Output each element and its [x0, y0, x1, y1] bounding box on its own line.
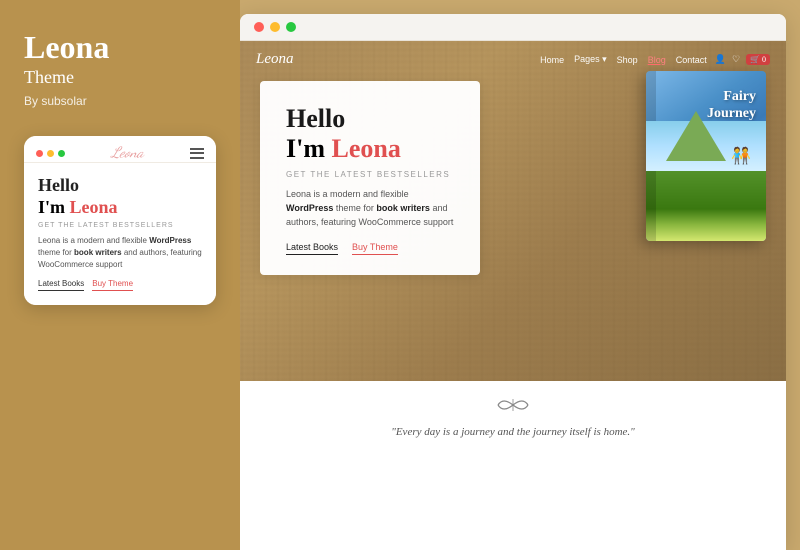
- mobile-content: Hello I'm Leona GET THE LATEST BESTSELLE…: [24, 163, 216, 305]
- book-mountain: [666, 111, 726, 161]
- mobile-im: I'm Leona: [38, 197, 202, 218]
- card-hello: Hello: [286, 105, 454, 134]
- mobile-dot-green: [58, 150, 65, 157]
- book-landscape: [646, 161, 766, 241]
- nav-icons: 👤 ♡ 🛒 0: [715, 54, 770, 65]
- website-bottom: "Every day is a journey and the journey …: [240, 381, 786, 471]
- buy-theme-button[interactable]: Buy Theme: [352, 242, 398, 255]
- browser-body: Leona Home Pages ▾ Shop Blog Contact 👤 ♡…: [240, 41, 786, 550]
- mobile-tagline: GET THE LATEST BESTSELLERS: [38, 222, 202, 229]
- hero-card: Hello I'm Leona GET THE LATEST BESTSELLE…: [260, 81, 480, 275]
- browser-dot-green: [286, 22, 296, 32]
- nav-pages[interactable]: Pages ▾: [574, 54, 607, 65]
- card-desc: Leona is a modern and flexible WordPress…: [286, 187, 454, 230]
- browser-dot-yellow: [270, 22, 280, 32]
- mobile-latest-books-button[interactable]: Latest Books: [38, 279, 84, 291]
- theme-by: By subsolar: [24, 94, 87, 108]
- card-buttons: Latest Books Buy Theme: [286, 242, 454, 255]
- hero-book: Fairy Journey 🧑‍🤝‍🧑: [646, 71, 766, 241]
- leaf-icon: [493, 395, 533, 420]
- nav-links: Home Pages ▾ Shop Blog Contact: [540, 54, 707, 65]
- browser-dot-red: [254, 22, 264, 32]
- mobile-name: Leona: [70, 197, 118, 217]
- left-panel: Leona Theme By subsolar Leona Hello I'm …: [0, 0, 240, 550]
- browser-window: Leona Home Pages ▾ Shop Blog Contact 👤 ♡…: [240, 14, 786, 550]
- nav-logo: Leona: [256, 51, 532, 68]
- nav-blog[interactable]: Blog: [648, 55, 666, 65]
- theme-title: Leona: [24, 30, 109, 65]
- theme-subtitle: Theme: [24, 67, 74, 88]
- book-cover: Fairy Journey 🧑‍🤝‍🧑: [646, 71, 766, 241]
- card-tagline: GET THE LATEST BESTSELLERS: [286, 170, 454, 179]
- website-hero: Leona Home Pages ▾ Shop Blog Contact 👤 ♡…: [240, 41, 786, 381]
- nav-shop[interactable]: Shop: [617, 55, 638, 65]
- right-panel: Leona Home Pages ▾ Shop Blog Contact 👤 ♡…: [240, 0, 800, 550]
- mobile-hello: Hello: [38, 175, 202, 197]
- browser-chrome: [240, 14, 786, 41]
- cart-icon[interactable]: 🛒 0: [746, 54, 770, 65]
- mobile-logo: Leona: [111, 144, 143, 162]
- mobile-dot-red: [36, 150, 43, 157]
- latest-books-button[interactable]: Latest Books: [286, 242, 338, 255]
- mobile-mockup: Leona Hello I'm Leona GET THE LATEST BES…: [24, 136, 216, 305]
- hamburger-icon[interactable]: [190, 148, 204, 159]
- mobile-dots: [36, 150, 65, 157]
- book-figures: 🧑‍🤝‍🧑: [731, 146, 751, 166]
- user-icon[interactable]: 👤: [715, 54, 726, 65]
- nav-home[interactable]: Home: [540, 55, 564, 65]
- card-im: I'm Leona: [286, 134, 454, 164]
- card-name: Leona: [332, 134, 401, 163]
- nav-contact[interactable]: Contact: [676, 55, 707, 65]
- bottom-quote: "Every day is a journey and the journey …: [391, 426, 635, 438]
- mobile-dot-yellow: [47, 150, 54, 157]
- mobile-top-bar: Leona: [24, 136, 216, 163]
- mobile-buttons: Latest Books Buy Theme: [38, 279, 202, 291]
- website-nav: Leona Home Pages ▾ Shop Blog Contact 👤 ♡…: [240, 41, 786, 78]
- wishlist-icon[interactable]: ♡: [732, 54, 740, 65]
- mobile-buy-theme-button[interactable]: Buy Theme: [92, 279, 133, 291]
- mobile-desc: Leona is a modern and flexible WordPress…: [38, 235, 202, 271]
